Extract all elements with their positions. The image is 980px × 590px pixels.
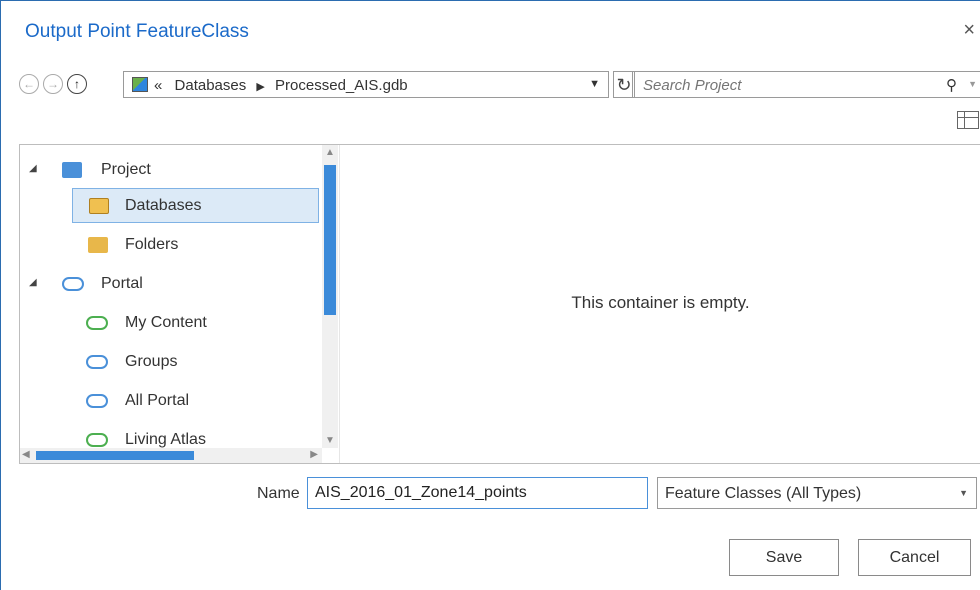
name-label: Name bbox=[257, 485, 300, 502]
navigation-bar: ← → ↑ « Databases ▶ Processed_AIS.gdb ▼ … bbox=[19, 71, 980, 99]
view-options-icon[interactable] bbox=[957, 111, 979, 129]
tree-item-project[interactable]: ◢ Project bbox=[20, 154, 320, 186]
breadcrumb-overflow-icon[interactable]: « bbox=[154, 77, 162, 94]
scroll-up-icon[interactable]: ▲ bbox=[325, 147, 335, 158]
cloud-icon bbox=[62, 277, 84, 291]
user-cloud-icon bbox=[86, 316, 108, 330]
tree-item-label: All Portal bbox=[125, 392, 190, 409]
tree-item-label: My Content bbox=[125, 314, 207, 331]
database-folder-icon bbox=[89, 198, 109, 214]
browser-panes: ◢ Project Databases Folders ◢ Portal My … bbox=[19, 144, 980, 464]
breadcrumb[interactable]: « Databases ▶ Processed_AIS.gdb ▼ bbox=[123, 71, 609, 98]
tree-item-portal[interactable]: ◢ Portal bbox=[20, 268, 320, 300]
breadcrumb-path: « Databases ▶ Processed_AIS.gdb bbox=[154, 77, 408, 94]
forward-arrow-icon[interactable]: → bbox=[43, 74, 63, 94]
project-folder-icon bbox=[62, 162, 82, 178]
empty-message: This container is empty. bbox=[571, 293, 750, 312]
geodatabase-icon bbox=[132, 77, 148, 92]
tree-item-label: Groups bbox=[125, 353, 178, 370]
breadcrumb-item-gdb[interactable]: Processed_AIS.gdb bbox=[275, 77, 408, 94]
expander-icon[interactable]: ◢ bbox=[29, 163, 37, 174]
scroll-left-icon[interactable]: ◀ bbox=[22, 449, 30, 460]
tree-horizontal-scrollbar[interactable]: ◀ ▶ bbox=[20, 448, 322, 463]
scroll-down-icon[interactable]: ▼ bbox=[325, 435, 335, 446]
scrollbar-thumb[interactable] bbox=[36, 451, 194, 460]
breadcrumb-separator-icon[interactable]: ▶ bbox=[256, 81, 264, 93]
tree-item-groups[interactable]: Groups bbox=[72, 346, 319, 378]
title-bar: Output Point FeatureClass × bbox=[1, 1, 980, 61]
tree-item-all-portal[interactable]: All Portal bbox=[72, 385, 319, 417]
close-icon[interactable]: × bbox=[963, 19, 975, 42]
tree-item-label: Living Atlas bbox=[125, 431, 206, 448]
tree-item-databases[interactable]: Databases bbox=[72, 188, 319, 223]
scroll-right-icon[interactable]: ▶ bbox=[310, 449, 318, 460]
dialog-title: Output Point FeatureClass bbox=[25, 21, 249, 42]
cloud-icon bbox=[86, 394, 108, 408]
tree-item-label: Databases bbox=[125, 197, 202, 214]
tree-item-my-content[interactable]: My Content bbox=[72, 307, 319, 339]
search-input[interactable] bbox=[633, 72, 945, 99]
scrollbar-thumb[interactable] bbox=[324, 165, 336, 315]
group-cloud-icon bbox=[86, 355, 108, 369]
up-arrow-icon[interactable]: ↑ bbox=[67, 74, 87, 94]
tree-item-label: Portal bbox=[101, 275, 143, 292]
tree-item-living-atlas[interactable]: Living Atlas bbox=[72, 424, 319, 448]
folder-icon bbox=[88, 237, 108, 253]
tree-pane: ◢ Project Databases Folders ◢ Portal My … bbox=[20, 145, 320, 448]
tree-item-label: Project bbox=[101, 161, 151, 178]
output-point-featureclass-dialog: Output Point FeatureClass × ← → ↑ « Data… bbox=[0, 0, 980, 590]
back-arrow-icon[interactable]: ← bbox=[19, 74, 39, 94]
chevron-down-icon[interactable]: ▼ bbox=[959, 488, 968, 498]
tree-item-label: Folders bbox=[125, 236, 179, 253]
content-pane: This container is empty. bbox=[339, 145, 980, 463]
expander-icon[interactable]: ◢ bbox=[29, 277, 37, 288]
feature-type-select[interactable]: Feature Classes (All Types) ▼ bbox=[657, 477, 977, 509]
feature-type-value: Feature Classes (All Types) bbox=[665, 485, 862, 502]
tree-item-folders[interactable]: Folders bbox=[72, 229, 319, 261]
name-field[interactable] bbox=[307, 477, 648, 509]
search-options-chevron-icon[interactable]: ▼ bbox=[968, 79, 977, 89]
tree-vertical-scrollbar[interactable]: ▲ ▼ bbox=[322, 145, 338, 448]
atlas-cloud-icon bbox=[86, 433, 108, 447]
search-icon[interactable]: ⚲ bbox=[946, 76, 957, 94]
save-button[interactable]: Save bbox=[729, 539, 839, 576]
breadcrumb-item-databases[interactable]: Databases bbox=[175, 77, 247, 94]
search-box: ⚲ ▼ bbox=[632, 71, 980, 99]
cancel-button[interactable]: Cancel bbox=[858, 539, 971, 576]
chevron-down-icon[interactable]: ▼ bbox=[589, 78, 600, 90]
